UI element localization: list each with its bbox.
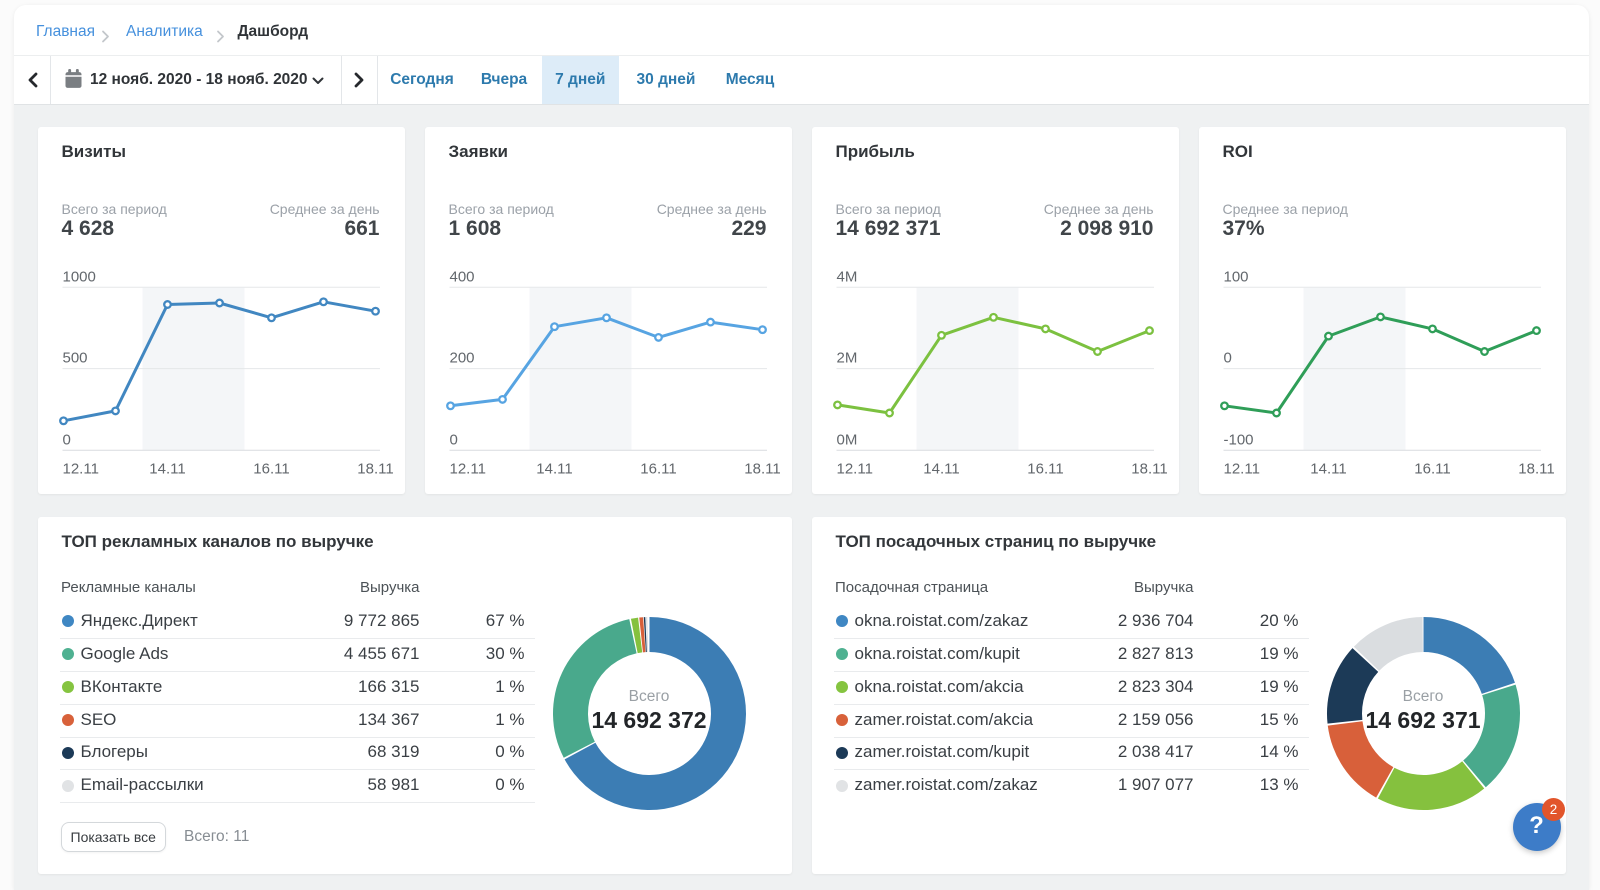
svg-text:0: 0 <box>1223 349 1231 366</box>
svg-text:16.11: 16.11 <box>1027 460 1063 477</box>
svg-text:2M: 2M <box>836 349 857 366</box>
svg-text:16.11: 16.11 <box>1414 460 1450 477</box>
svg-text:14.11: 14.11 <box>536 460 572 477</box>
svg-text:0: 0 <box>62 431 70 448</box>
svg-text:18.11: 18.11 <box>1131 460 1167 477</box>
svg-text:0: 0 <box>449 431 457 448</box>
svg-text:100: 100 <box>1223 268 1248 285</box>
svg-text:14.11: 14.11 <box>923 460 959 477</box>
svg-text:12.11: 12.11 <box>1223 460 1259 477</box>
svg-text:16.11: 16.11 <box>640 460 676 477</box>
svg-text:18.11: 18.11 <box>357 460 393 477</box>
svg-text:4M: 4M <box>836 268 857 285</box>
svg-text:12.11: 12.11 <box>836 460 872 477</box>
svg-text:400: 400 <box>449 268 474 285</box>
svg-text:12.11: 12.11 <box>62 460 98 477</box>
svg-text:12.11: 12.11 <box>449 460 485 477</box>
svg-text:-100: -100 <box>1223 431 1253 448</box>
svg-text:0M: 0M <box>836 431 857 448</box>
svg-text:18.11: 18.11 <box>1518 460 1554 477</box>
svg-text:18.11: 18.11 <box>744 460 780 477</box>
svg-text:500: 500 <box>62 349 87 366</box>
svg-text:200: 200 <box>449 349 474 366</box>
svg-text:16.11: 16.11 <box>253 460 289 477</box>
svg-text:14.11: 14.11 <box>1310 460 1346 477</box>
svg-text:14.11: 14.11 <box>149 460 185 477</box>
svg-text:1000: 1000 <box>62 268 95 285</box>
